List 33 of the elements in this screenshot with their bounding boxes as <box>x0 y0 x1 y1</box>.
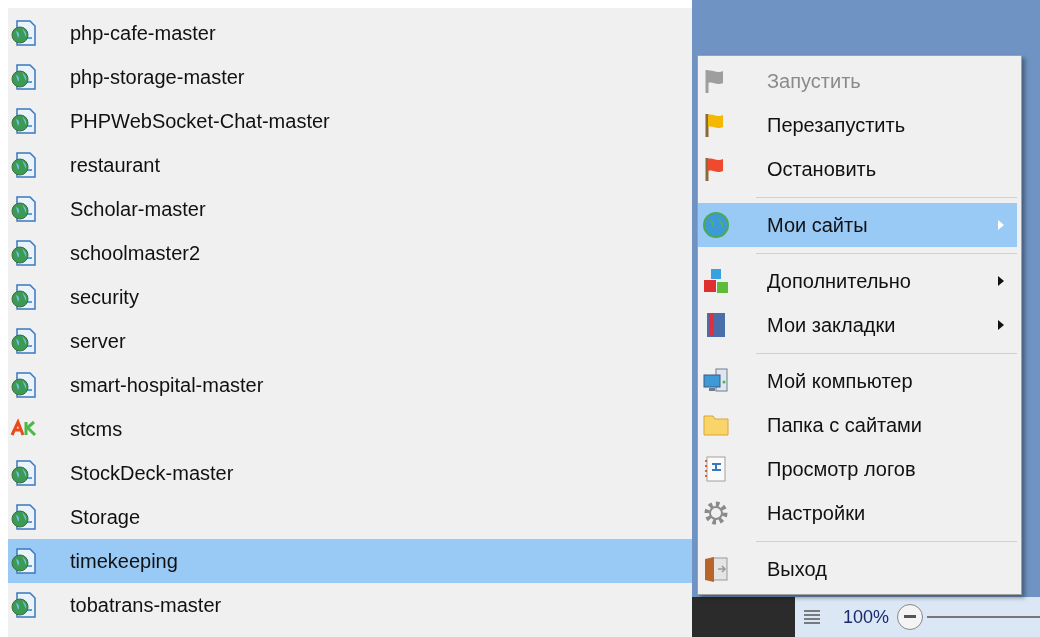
menu-item[interactable]: Дополнительно <box>698 259 1017 303</box>
minus-icon <box>904 615 917 619</box>
computer-icon <box>702 367 730 395</box>
menu-item[interactable]: Настройки <box>698 491 1017 535</box>
menu-item[interactable]: Перезапустить <box>698 103 1017 147</box>
menu-item[interactable]: Папка с сайтами <box>698 403 1017 447</box>
menu-item[interactable]: Мои закладки <box>698 303 1017 347</box>
site-list-item[interactable]: schoolmaster2 <box>8 231 692 275</box>
door-icon <box>702 555 730 583</box>
site-list-item[interactable]: stcms <box>8 407 692 451</box>
site-list-item[interactable]: security <box>8 275 692 319</box>
site-list-item[interactable]: Scholar-master <box>8 187 692 231</box>
site-list-item[interactable]: server <box>8 319 692 363</box>
web-page-icon <box>10 547 38 575</box>
site-list-item[interactable]: tobatrans-master <box>8 583 692 627</box>
site-list-item[interactable]: timekeeping <box>8 539 692 583</box>
menu-item[interactable]: Мои сайты <box>698 203 1017 247</box>
menu-item[interactable]: Просмотр логов <box>698 447 1017 491</box>
site-list-item[interactable]: restaurant <box>8 143 692 187</box>
site-list-item[interactable]: smart-hospital-master <box>8 363 692 407</box>
site-list-item[interactable]: Storage <box>8 495 692 539</box>
site-list-item[interactable]: php-cafe-master <box>8 11 692 55</box>
site-list-item[interactable]: StockDeck-master <box>8 451 692 495</box>
settings-icon <box>702 499 730 527</box>
zoom-level: 100% <box>843 605 890 629</box>
blocks-icon <box>702 267 730 295</box>
zoom-out-button[interactable] <box>897 604 924 630</box>
menu-item[interactable]: Остановить <box>698 147 1017 191</box>
globe-icon <box>702 211 730 239</box>
menu-item[interactable]: Выход <box>698 547 1017 591</box>
menu-item[interactable]: Мой компьютер <box>698 359 1017 403</box>
site-list-item[interactable]: php-storage-master <box>8 55 692 99</box>
site-list-item[interactable]: PHPWebSocket-Chat-master <box>8 99 692 143</box>
